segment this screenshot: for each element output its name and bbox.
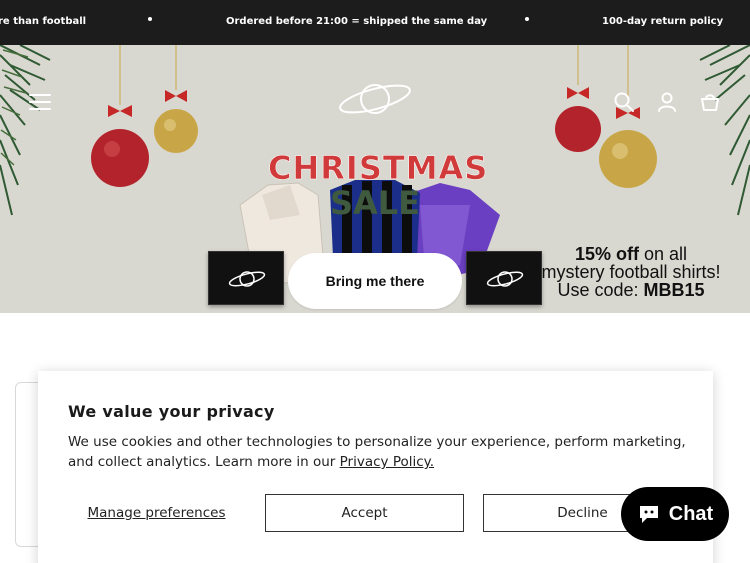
privacy-policy-link[interactable]: Privacy Policy. <box>340 454 434 470</box>
chat-bubble-icon <box>639 506 658 523</box>
promo-code: MBB15 <box>643 280 705 300</box>
announcement-separator <box>525 17 529 21</box>
promo-text: 15% off on all mystery football shirts! … <box>526 245 736 299</box>
cart-icon[interactable] <box>699 91 721 113</box>
chat-button[interactable]: Chat <box>621 487 729 541</box>
promo-line2: mystery football shirts! <box>541 262 721 282</box>
manage-preferences-button[interactable]: Manage preferences <box>68 494 245 532</box>
cookie-title: We value your privacy <box>68 402 275 421</box>
bring-me-there-button[interactable]: Bring me there <box>288 253 462 309</box>
announcement-message: 100-day return policy <box>602 16 724 27</box>
mystery-box-image <box>208 251 284 305</box>
promo-code-prefix: Use code: <box>557 280 644 300</box>
hero-banner: CHRISTMAS SALE 15% off on all mystery fo… <box>0 45 750 313</box>
announcement-separator <box>148 17 152 21</box>
promo-discount: 15% off <box>574 244 639 264</box>
promo-suffix: on all <box>638 244 688 264</box>
cookie-banner: We value your privacy We use cookies and… <box>38 371 713 563</box>
accept-button[interactable]: Accept <box>265 494 464 532</box>
account-icon[interactable] <box>656 91 678 113</box>
hero-title-sale: SALE <box>329 184 421 222</box>
chat-label: Chat <box>668 502 714 525</box>
cookie-text: We use cookies and other technologies to… <box>68 432 693 472</box>
announcement-bar: re than football Ordered before 21:00 = … <box>0 0 750 45</box>
menu-icon[interactable] <box>29 94 51 110</box>
planet-logo-icon <box>228 271 266 287</box>
hero-title-christmas: CHRISTMAS <box>268 149 489 187</box>
announcement-message: Ordered before 21:00 = shipped the same … <box>226 16 488 27</box>
search-icon[interactable] <box>613 91 635 113</box>
announcement-message: re than football <box>0 16 87 27</box>
